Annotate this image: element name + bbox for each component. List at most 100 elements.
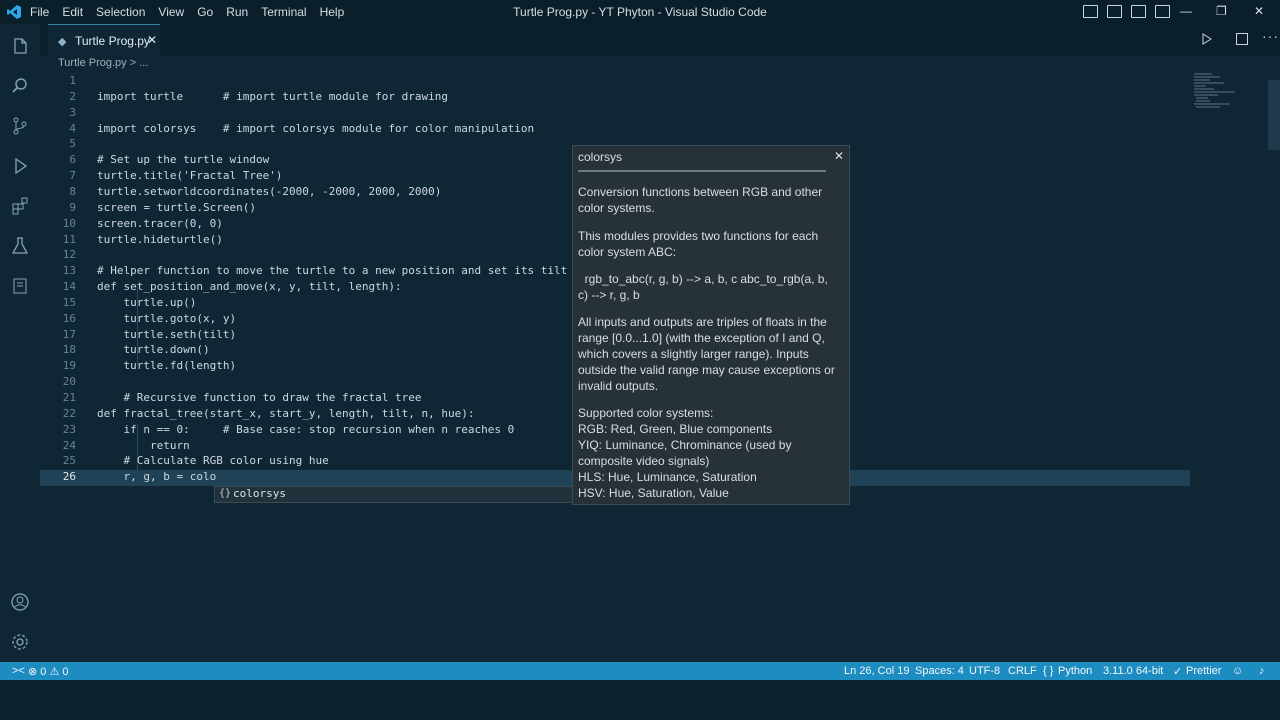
editor-tab-bar: ◆ Turtle Prog.py ✕ ··· (40, 24, 1280, 57)
code-text: turtle.hideturtle() (97, 232, 223, 246)
line-number: 4 (69, 121, 76, 135)
menu-terminal[interactable]: Terminal (261, 5, 306, 19)
toggle-primary-sidebar-icon[interactable] (1083, 5, 1098, 18)
code-line[interactable]: 2 import turtle # import turtle module fo… (40, 90, 1190, 106)
minimize-button[interactable]: — (1180, 4, 1192, 18)
menu-view[interactable]: View (158, 5, 184, 19)
code-line[interactable]: 3 (40, 106, 1190, 122)
extensions-icon[interactable] (10, 196, 30, 216)
notifications-bell-icon[interactable]: ♪ (1259, 665, 1265, 677)
doc-system-item: HLS: Hue, Luminance, Saturation (578, 470, 757, 484)
menu-edit[interactable]: Edit (62, 5, 83, 19)
module-icon: {} (219, 488, 232, 499)
doc-paragraph: rgb_to_abc(r, g, b) --> a, b, c abc_to_r… (578, 272, 832, 302)
title-bar: File Edit Selection View Go Run Terminal… (0, 0, 1280, 24)
doc-paragraph: Conversion functions between RGB and oth… (578, 185, 823, 215)
menu-go[interactable]: Go (197, 5, 213, 19)
line-number: 7 (69, 169, 76, 183)
code-text: screen = turtle.Screen() (97, 200, 256, 214)
line-number: 25 (62, 454, 76, 468)
prettier-status[interactable]: Prettier (1186, 665, 1221, 677)
doc-title: colorsys (578, 150, 623, 164)
line-number: 9 (69, 200, 76, 214)
run-debug-icon[interactable] (10, 156, 30, 176)
doc-close-button[interactable]: ✕ (834, 148, 844, 164)
prettier-check-icon[interactable]: ✓ (1173, 665, 1182, 678)
line-number: 23 (62, 422, 76, 436)
line-number: 6 (69, 153, 76, 167)
line-number: 11 (62, 232, 76, 246)
line-number: 13 (62, 264, 76, 278)
line-number: 22 (62, 406, 76, 420)
menu-file[interactable]: File (30, 5, 49, 19)
doc-paragraph: This modules provides two functions for … (578, 229, 819, 259)
toggle-panel-icon[interactable] (1107, 5, 1122, 18)
tab-close-button[interactable]: ✕ (147, 33, 157, 47)
explorer-icon[interactable] (10, 36, 30, 56)
line-number: 24 (62, 438, 76, 452)
line-number: 17 (62, 327, 76, 341)
language-mode[interactable]: Python (1058, 665, 1092, 677)
doc-divider (578, 170, 826, 172)
end-of-line[interactable]: CRLF (1008, 665, 1037, 677)
tab-label: Turtle Prog.py (75, 34, 150, 48)
menu-run[interactable]: Run (226, 5, 248, 19)
tab-turtle-prog[interactable]: ◆ Turtle Prog.py ✕ (48, 24, 160, 57)
line-number: 26 (62, 470, 76, 484)
cursor-position[interactable]: Ln 26, Col 19 (844, 665, 909, 677)
toggle-secondary-sidebar-icon[interactable] (1131, 5, 1146, 18)
editor-scrollbar[interactable] (1268, 80, 1280, 150)
braces-icon[interactable]: { } (1043, 665, 1053, 677)
code-text: import colorsys # import colorsys module… (97, 121, 535, 135)
menu-bar: File Edit Selection View Go Run Terminal… (30, 0, 357, 24)
maximize-button[interactable]: ❐ (1216, 4, 1227, 18)
more-actions-icon[interactable]: ··· (1262, 28, 1279, 44)
search-icon[interactable] (10, 76, 30, 96)
account-icon[interactable] (10, 592, 30, 612)
source-control-icon[interactable] (10, 116, 30, 136)
settings-gear-icon[interactable] (10, 632, 30, 652)
code-text: import turtle # import turtle module for… (97, 89, 448, 103)
line-number: 18 (62, 343, 76, 357)
code-text: # Helper function to move the turtle to … (97, 264, 588, 278)
code-text: r, g, b = colo (97, 470, 217, 484)
line-number: 8 (69, 184, 76, 198)
autocomplete-suggestion[interactable]: {} colorsys (214, 486, 574, 503)
split-editor-icon[interactable] (1236, 33, 1248, 45)
doc-system-item: YIQ: Luminance, Chrominance (used by com… (578, 438, 792, 468)
problems-indicator[interactable]: ⊗ 0 ⚠ 0 (28, 665, 68, 678)
breadcrumb[interactable]: Turtle Prog.py > ... (58, 57, 148, 69)
remote-indicator[interactable]: >< (12, 665, 25, 677)
code-text: # Set up the turtle window (97, 153, 270, 167)
code-text: turtle.setworldcoordinates(-2000, -2000,… (97, 184, 442, 198)
remote-explorer-icon[interactable] (10, 276, 30, 296)
line-number: 5 (69, 137, 76, 151)
code-text: # Recursive function to draw the fractal… (97, 391, 422, 404)
run-python-file-icon[interactable] (1202, 33, 1212, 45)
menu-selection[interactable]: Selection (96, 5, 145, 19)
doc-system-item: RGB: Red, Green, Blue components (578, 422, 773, 436)
status-bar: >< ⊗ 0 ⚠ 0 Ln 26, Col 19 Spaces: 4 UTF-8… (0, 662, 1280, 680)
code-text: turtle.goto(x, y) (97, 311, 237, 325)
suggestion-label: colorsys (233, 487, 286, 500)
python-interpreter[interactable]: 3.11.0 64-bit (1103, 665, 1163, 677)
code-text: turtle.fd(length) (97, 359, 237, 373)
testing-icon[interactable] (10, 236, 30, 256)
code-text: def set_position_and_move(x, y, tilt, le… (97, 280, 402, 294)
code-line[interactable]: 4 import colorsys # import colorsys modul… (40, 122, 1190, 138)
minimap[interactable] (1190, 72, 1250, 112)
customize-layout-icon[interactable] (1155, 5, 1170, 18)
activity-bar (0, 24, 40, 662)
feedback-icon[interactable]: ☺ (1232, 665, 1243, 677)
line-number: 21 (62, 391, 76, 404)
code-line[interactable]: 1 (40, 74, 1190, 90)
code-text: turtle.seth(tilt) (97, 327, 237, 341)
doc-paragraph: All inputs and outputs are triples of fl… (578, 315, 835, 393)
line-number: 12 (62, 248, 76, 262)
indentation[interactable]: Spaces: 4 (915, 665, 964, 677)
menu-help[interactable]: Help (320, 5, 345, 19)
close-window-button[interactable]: ✕ (1254, 4, 1264, 18)
code-text: turtle.down() (97, 343, 210, 357)
encoding[interactable]: UTF-8 (969, 665, 1000, 677)
taskbar-area (0, 680, 1280, 720)
